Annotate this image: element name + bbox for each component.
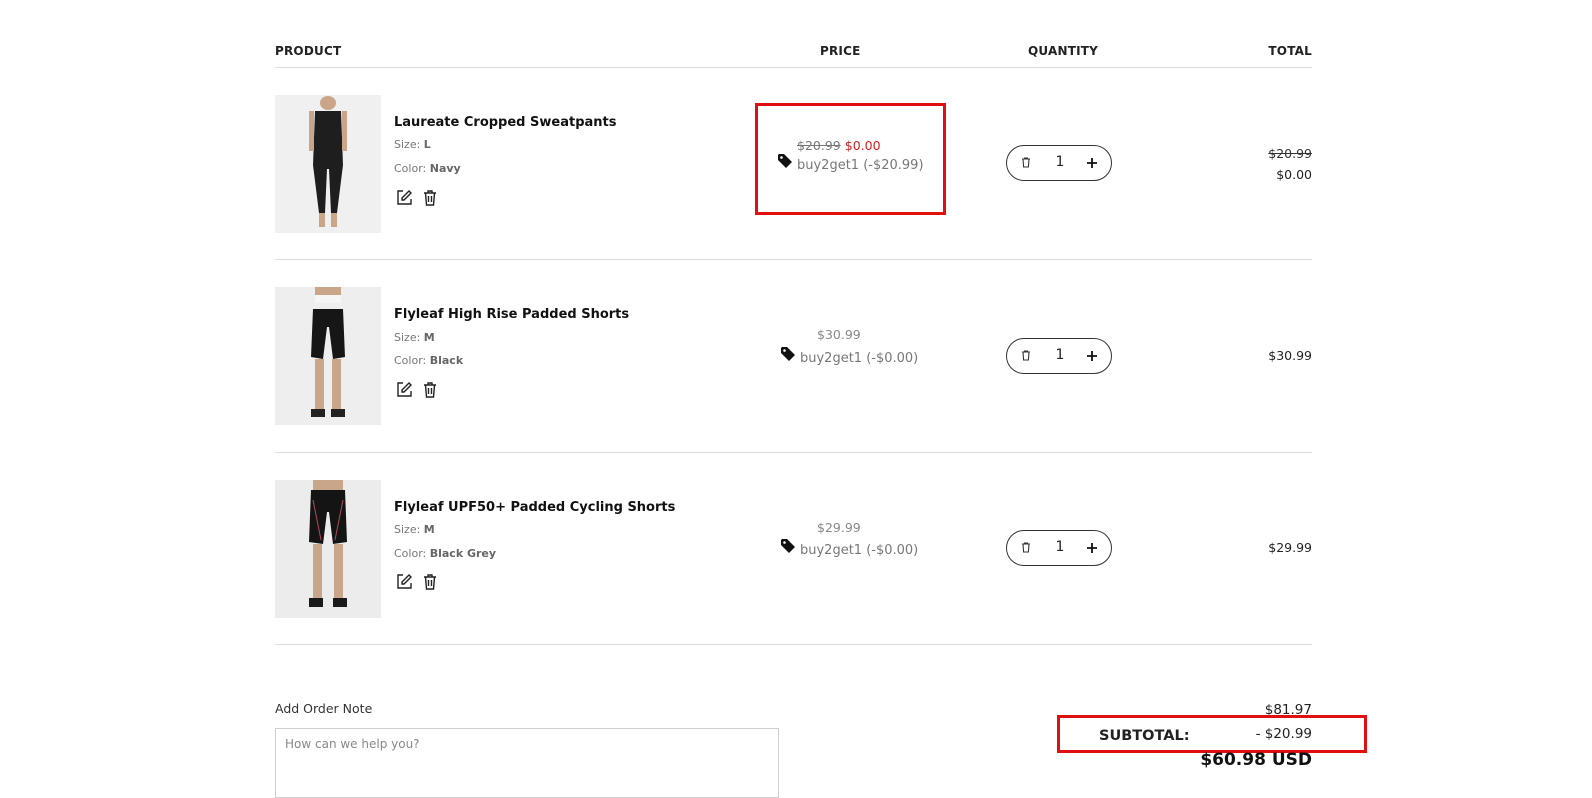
- product-color: Color: Navy: [394, 162, 461, 175]
- header-quantity: QUANTITY: [1028, 44, 1099, 58]
- header-product: PRODUCT: [275, 44, 342, 58]
- product-color: Color: Black Grey: [394, 547, 497, 560]
- plus-icon[interactable]: [1083, 347, 1101, 365]
- product-size: Size: M: [394, 331, 435, 344]
- line-total: $29.99: [1268, 540, 1312, 555]
- trash-icon[interactable]: [421, 573, 439, 591]
- edit-icon[interactable]: [395, 189, 413, 207]
- line-total-original: $20.99: [1268, 146, 1312, 161]
- quantity-stepper: 1: [1006, 530, 1112, 566]
- edit-icon[interactable]: [395, 381, 413, 399]
- trash-icon[interactable]: [1017, 347, 1035, 365]
- summary-total: $60.98 USD: [1200, 750, 1312, 770]
- quantity-value[interactable]: 1: [1049, 347, 1071, 363]
- row-divider: [275, 452, 1312, 453]
- highlight-box: [1057, 715, 1367, 753]
- trash-icon[interactable]: [421, 189, 439, 207]
- tag-icon: [780, 538, 796, 554]
- quantity-value[interactable]: 1: [1049, 539, 1071, 555]
- plus-icon[interactable]: [1083, 154, 1101, 172]
- order-note-label: Add Order Note: [275, 701, 373, 716]
- trash-icon[interactable]: [1017, 539, 1035, 557]
- product-image[interactable]: [275, 95, 381, 233]
- highlight-box: [755, 103, 946, 215]
- tag-icon: [780, 346, 796, 362]
- product-image[interactable]: [275, 287, 381, 425]
- product-name[interactable]: Flyleaf UPF50+ Padded Cycling Shorts: [394, 500, 675, 515]
- product-size: Size: L: [394, 138, 431, 151]
- discount-label: buy2get1 (-$0.00): [800, 543, 919, 558]
- product-image[interactable]: [275, 480, 381, 618]
- product-size: Size: M: [394, 523, 435, 536]
- product-name[interactable]: Flyleaf High Rise Padded Shorts: [394, 307, 629, 322]
- plus-icon[interactable]: [1083, 539, 1101, 557]
- quantity-value[interactable]: 1: [1049, 154, 1071, 170]
- header-divider: [275, 67, 1312, 68]
- line-total: $0.00: [1276, 167, 1312, 182]
- header-total: TOTAL: [1268, 44, 1312, 58]
- row-divider: [275, 259, 1312, 260]
- line-total: $30.99: [1268, 348, 1312, 363]
- trash-icon[interactable]: [1017, 154, 1035, 172]
- discount-label: buy2get1 (-$0.00): [800, 351, 919, 366]
- row-divider: [275, 644, 1312, 645]
- quantity-stepper: 1: [1006, 145, 1112, 181]
- header-price: PRICE: [820, 44, 861, 58]
- price: $29.99: [817, 520, 861, 535]
- product-name[interactable]: Laureate Cropped Sweatpants: [394, 115, 616, 130]
- quantity-stepper: 1: [1006, 338, 1112, 374]
- trash-icon[interactable]: [421, 381, 439, 399]
- product-color: Color: Black: [394, 354, 464, 367]
- price: $30.99: [817, 327, 861, 342]
- edit-icon[interactable]: [395, 573, 413, 591]
